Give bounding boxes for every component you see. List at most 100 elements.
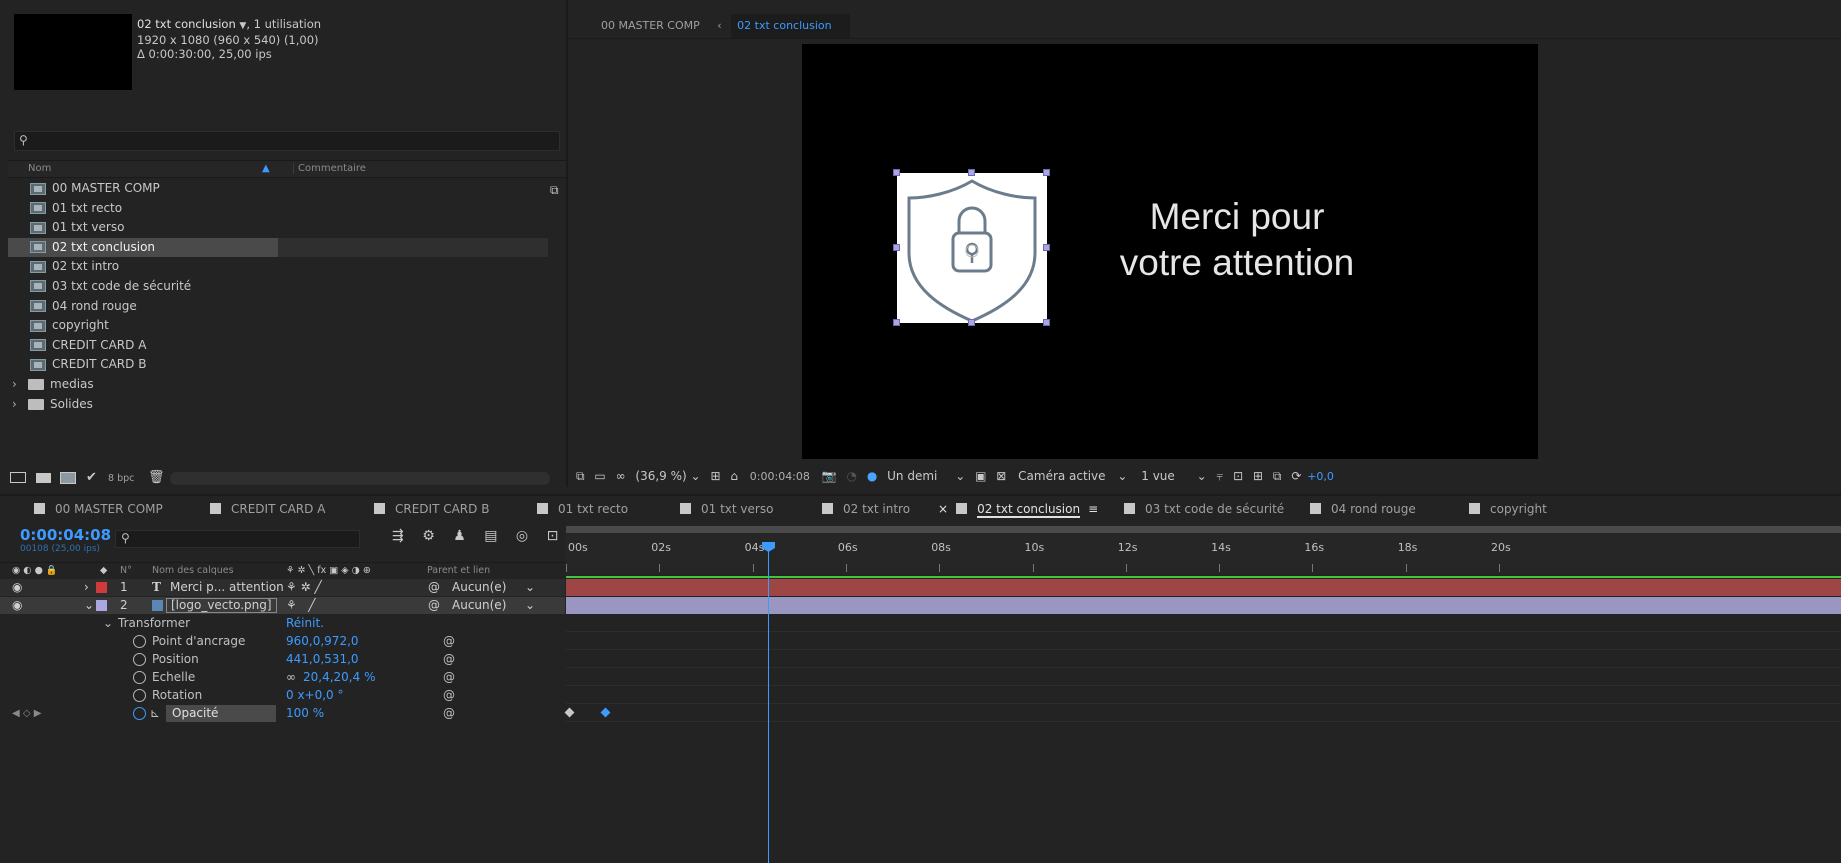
new-comp-icon[interactable]: [60, 472, 76, 484]
transform-handle[interactable]: [968, 169, 975, 176]
project-item[interactable]: CREDIT CARD B: [8, 355, 548, 375]
region-of-interest-icon[interactable]: ▣: [975, 469, 986, 483]
timeline-icon[interactable]: ⊞: [1253, 469, 1263, 483]
property-row[interactable]: Position 441,0,531,0 @: [0, 651, 565, 668]
tab-comp[interactable]: CREDIT CARD B: [374, 496, 489, 522]
transform-handle[interactable]: [1043, 244, 1050, 251]
chevron-left-icon[interactable]: ‹: [717, 19, 721, 32]
grid-icon[interactable]: ⊞: [710, 469, 720, 483]
fast-preview-icon[interactable]: ⊡: [1233, 469, 1243, 483]
chevron-right-icon[interactable]: ›: [84, 579, 89, 596]
transform-handle[interactable]: [893, 319, 900, 326]
tab-comp[interactable]: copyright: [1469, 496, 1547, 522]
property-value[interactable]: 100 %: [286, 705, 324, 722]
new-folder-icon[interactable]: [36, 473, 51, 483]
tab-comp[interactable]: CREDIT CARD A: [210, 496, 325, 522]
project-item-selected[interactable]: 02 txt conclusion: [8, 237, 548, 258]
work-area-bar[interactable]: [566, 526, 1841, 533]
layer-switches[interactable]: ⚘ ✲ ╱: [286, 579, 322, 596]
pickwhip-icon[interactable]: @: [443, 705, 455, 722]
chevron-right-icon[interactable]: ›: [12, 395, 28, 415]
graph-editor-icon[interactable]: ⊡: [547, 528, 559, 544]
flowchart-icon[interactable]: ✔: [86, 470, 97, 485]
bpc-label[interactable]: 8 bpc: [108, 473, 134, 484]
property-value[interactable]: 441,0,531,0: [286, 651, 359, 668]
tab-comp[interactable]: 02 txt intro: [822, 496, 910, 522]
project-folder[interactable]: › medias: [8, 375, 548, 395]
shy-layers-icon[interactable]: ♟: [453, 528, 466, 544]
views-dropdown[interactable]: 1 vue ⌄: [1141, 469, 1206, 483]
stopwatch-icon[interactable]: [133, 635, 146, 648]
tab-comp-active[interactable]: × 02 txt conclusion ≡: [938, 496, 1098, 522]
property-row[interactable]: Rotation 0 x+0,0 ° @: [0, 687, 565, 704]
property-value[interactable]: 960,0,972,0: [286, 633, 359, 650]
tab-comp[interactable]: 03 txt code de sécurité: [1124, 496, 1284, 522]
tab-comp[interactable]: 00 MASTER COMP: [34, 496, 163, 522]
breadcrumb-root[interactable]: 00 MASTER COMP: [601, 19, 700, 32]
layer-color-swatch[interactable]: [96, 600, 107, 611]
project-item[interactable]: 00 MASTER COMP: [8, 179, 548, 199]
breadcrumb-current[interactable]: 02 txt conclusion: [731, 14, 850, 38]
property-row[interactable]: Echelle ∞ 20,4,20,4 % @: [0, 669, 565, 686]
keyframe-diamond[interactable]: [564, 707, 575, 718]
eye-icon[interactable]: ◉: [12, 597, 22, 614]
property-row[interactable]: Point d'ancrage 960,0,972,0 @: [0, 633, 565, 650]
reset-link[interactable]: Réinit.: [286, 615, 324, 632]
layer-name[interactable]: Merci p... attention: [170, 579, 284, 596]
motion-blur-icon[interactable]: ◎: [516, 528, 528, 544]
layer-track[interactable]: [566, 576, 1841, 596]
layer-search-input[interactable]: ⚲: [115, 530, 360, 548]
layer-track-selected[interactable]: [566, 597, 1841, 614]
composition-canvas[interactable]: Merci pour votre attention: [802, 44, 1538, 459]
flowchart-icon[interactable]: ⧉: [1273, 469, 1282, 483]
pickwhip-icon[interactable]: @: [443, 651, 455, 668]
eye-icon[interactable]: ◉: [12, 579, 22, 596]
always-preview-icon[interactable]: ⧉: [576, 469, 585, 483]
layer-color-swatch[interactable]: [96, 582, 107, 593]
graph-icon[interactable]: ⊾: [150, 705, 160, 722]
transparency-grid-icon[interactable]: ⊠: [996, 469, 1006, 483]
col-name[interactable]: Nom: [28, 163, 51, 174]
keyframe-diamond[interactable]: [600, 707, 611, 718]
current-time-display[interactable]: 0:00:04:08: [20, 526, 111, 544]
keyframe-navigator-icon[interactable]: ◀ ◇ ▶: [12, 705, 41, 722]
interpret-footage-icon[interactable]: [10, 472, 26, 483]
close-icon[interactable]: ×: [938, 502, 948, 516]
pickwhip-icon[interactable]: @: [428, 597, 440, 614]
glasses-icon[interactable]: ∞: [616, 469, 626, 483]
project-item[interactable]: 01 txt recto: [8, 199, 548, 219]
chevron-down-icon[interactable]: ⌄: [84, 597, 94, 614]
trash-icon[interactable]: 🗑: [148, 470, 165, 485]
transform-handle[interactable]: [1043, 319, 1050, 326]
property-row-keyframed[interactable]: ◀ ◇ ▶ ⊾ Opacité 100 % @: [0, 705, 565, 722]
stopwatch-icon[interactable]: [133, 689, 146, 702]
parent-dropdown[interactable]: Aucun(e): [452, 597, 506, 614]
property-value[interactable]: 20,4,20,4 %: [303, 669, 375, 686]
logo-layer[interactable]: [893, 169, 1050, 326]
project-item[interactable]: copyright: [8, 316, 548, 336]
frame-blending-icon[interactable]: ▤: [484, 528, 497, 544]
col-comment[interactable]: Commentaire: [293, 163, 366, 174]
mask-icon[interactable]: ⌂: [730, 469, 738, 483]
sort-asc-icon[interactable]: ▲: [262, 163, 270, 174]
transform-handle[interactable]: [1043, 169, 1050, 176]
layer-row-selected[interactable]: ◉ ⌄ 2 [logo_vecto.png] ⚘ ╱ @ Aucun(e) ⌄: [0, 597, 565, 614]
timecode-display[interactable]: 0:00:04:08: [750, 470, 810, 483]
zoom-dropdown[interactable]: (36,9 %) ⌄: [635, 469, 700, 483]
playhead[interactable]: [768, 544, 769, 863]
tab-comp[interactable]: 04 rond rouge: [1310, 496, 1416, 522]
pickwhip-icon[interactable]: @: [443, 687, 455, 704]
project-item[interactable]: CREDIT CARD A: [8, 336, 548, 356]
constrain-proportions-icon[interactable]: ∞: [286, 669, 296, 686]
hierarchy-icon[interactable]: ⧉: [550, 183, 559, 198]
pickwhip-icon[interactable]: @: [443, 669, 455, 686]
pickwhip-icon[interactable]: @: [443, 633, 455, 650]
project-scrollbar[interactable]: [170, 472, 550, 485]
transform-handle[interactable]: [893, 169, 900, 176]
chevron-down-icon[interactable]: ⌄: [103, 615, 113, 632]
layer-switches[interactable]: ⚘ ╱: [286, 597, 315, 614]
layer-row[interactable]: ◉ › 1 T Merci p... attention ⚘ ✲ ╱ @ Auc…: [0, 579, 565, 596]
color-channels-icon[interactable]: ●: [867, 469, 877, 483]
chevron-right-icon[interactable]: ›: [12, 375, 28, 395]
camera-dropdown[interactable]: Caméra active ⌄: [1018, 469, 1127, 483]
